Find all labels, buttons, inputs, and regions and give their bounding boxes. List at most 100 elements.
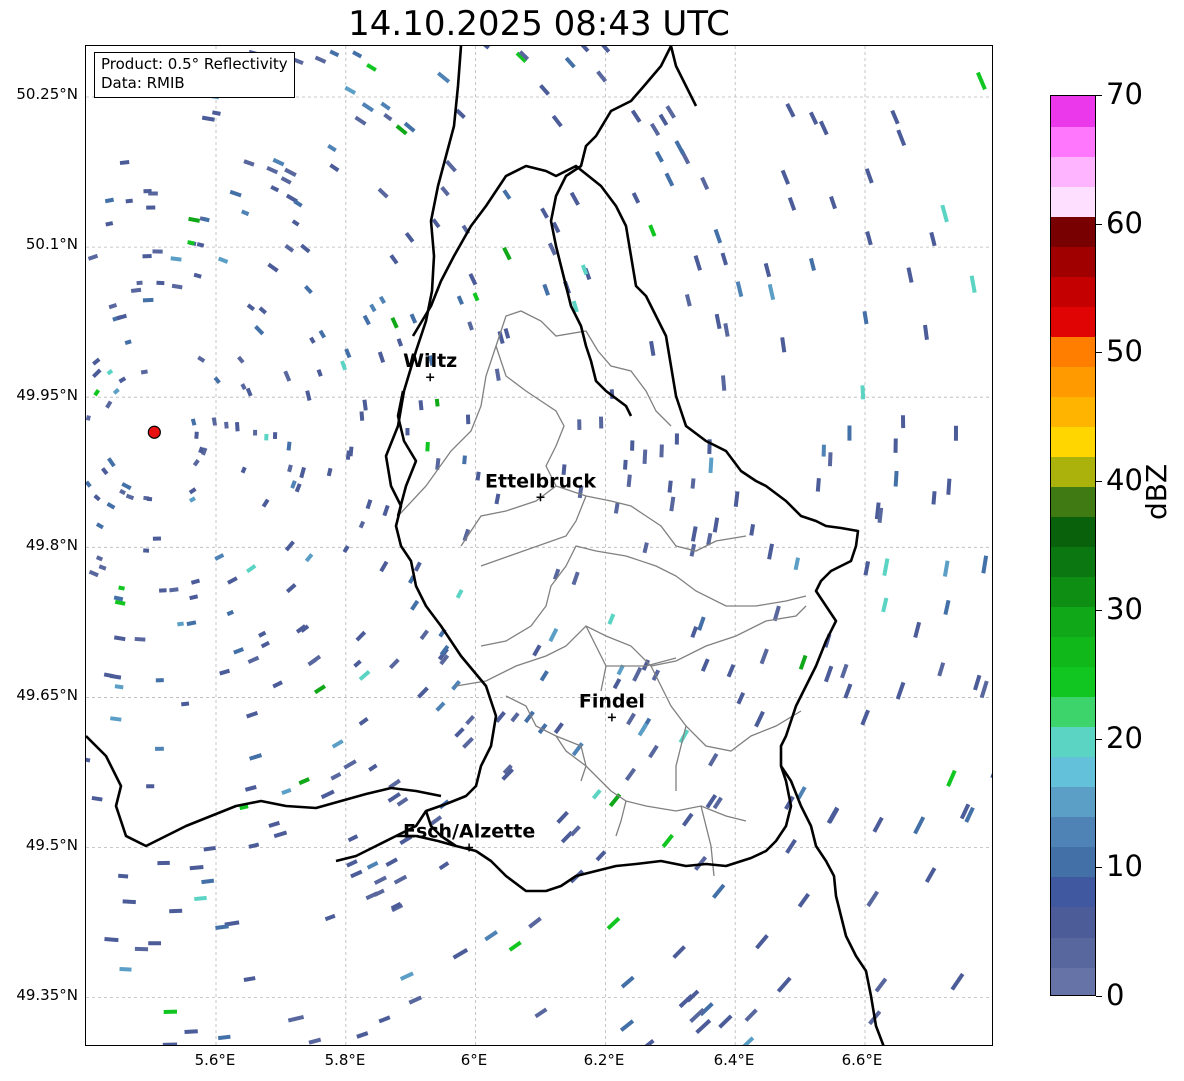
echo-cell xyxy=(865,231,873,246)
echo-cell xyxy=(720,252,729,266)
echo-cell xyxy=(258,306,268,315)
echo-cell xyxy=(280,176,292,185)
echo-cell xyxy=(188,496,196,503)
echo-cell xyxy=(86,756,91,763)
echo-cell xyxy=(890,109,900,125)
echo-cell xyxy=(785,838,797,854)
product-label: Product: 0.5° Reflectivity xyxy=(101,55,288,73)
echo-cell xyxy=(284,540,295,552)
echo-cell xyxy=(735,281,744,298)
echo-cell xyxy=(455,588,464,599)
echo-cell xyxy=(953,425,958,441)
echo-cell xyxy=(973,674,982,691)
echo-cell xyxy=(690,478,696,489)
echo-cell xyxy=(454,727,465,738)
echo-cell xyxy=(190,578,201,585)
echo-cell xyxy=(354,115,367,126)
echo-cell xyxy=(146,784,155,789)
colorbar-tick xyxy=(1096,223,1102,225)
echo-cell xyxy=(404,231,415,243)
echo-cell xyxy=(749,523,756,536)
echo-cell xyxy=(155,678,164,683)
echo-cell xyxy=(95,555,104,562)
echo-cell xyxy=(882,558,890,576)
echo-cell xyxy=(674,433,679,445)
echo-cell xyxy=(711,883,726,899)
colorbar-segment xyxy=(1051,336,1095,367)
echo-cell xyxy=(273,830,288,839)
echo-cell xyxy=(326,467,333,477)
echo-cell xyxy=(253,429,258,436)
echo-cell xyxy=(377,351,386,363)
colorbar-tick xyxy=(1096,95,1102,96)
echo-cell xyxy=(755,934,769,950)
echo-cell xyxy=(155,746,164,751)
echo-cell xyxy=(313,684,327,695)
echo-cell xyxy=(661,833,674,848)
echo-cell xyxy=(720,375,727,391)
echo-cell xyxy=(823,665,834,683)
echo-cell xyxy=(119,488,126,496)
echo-cell xyxy=(304,553,314,563)
echo-cell xyxy=(417,686,429,699)
colorbar-segment xyxy=(1051,426,1095,457)
echo-cell xyxy=(240,466,247,474)
echo-cell xyxy=(388,658,400,670)
colorbar-segment xyxy=(1051,126,1095,157)
echo-cell xyxy=(649,122,661,137)
echo-cell xyxy=(793,557,801,571)
echo-cell xyxy=(106,502,116,510)
echo-cell xyxy=(418,400,424,411)
echo-cell xyxy=(244,784,257,792)
echo-cell xyxy=(93,388,101,397)
echo-cell xyxy=(613,502,620,514)
echo-cell xyxy=(162,1042,178,1045)
colorbar-segment xyxy=(1051,906,1095,938)
echo-cell xyxy=(240,209,250,217)
echo-cell xyxy=(266,165,279,175)
echo-cell xyxy=(881,597,889,613)
echo-cell xyxy=(98,564,107,571)
echo-cell xyxy=(445,159,457,173)
echo-cell xyxy=(365,499,373,510)
echo-cell xyxy=(431,218,441,229)
echo-cell xyxy=(352,50,363,59)
echo-cell xyxy=(378,1015,391,1024)
echo-cell xyxy=(776,976,792,993)
echo-cell xyxy=(847,425,852,441)
echo-cell xyxy=(569,825,581,837)
echo-cell xyxy=(577,419,582,430)
echo-cell xyxy=(435,458,441,470)
echo-cell xyxy=(93,494,101,502)
echo-cell xyxy=(108,302,118,310)
echo-cell xyxy=(640,1038,655,1045)
echo-cell xyxy=(686,989,700,1003)
echo-cell xyxy=(243,976,256,982)
echo-cell xyxy=(630,109,642,123)
echo-cell xyxy=(186,620,197,627)
echo-cell xyxy=(146,205,156,210)
echo-cell xyxy=(440,186,450,197)
echo-cell xyxy=(287,464,293,473)
radar-map[interactable]: Wiltz Ettelbruck Findel Esch/Alzette xyxy=(85,45,993,1046)
echo-cell xyxy=(214,553,225,561)
echo-cell xyxy=(649,340,656,356)
echo-cell xyxy=(937,662,946,677)
colorbar-segment xyxy=(1051,156,1095,187)
echo-cell xyxy=(316,369,323,377)
echo-cell xyxy=(215,924,229,931)
echo-cell xyxy=(906,267,914,283)
echo-cell xyxy=(314,55,327,64)
echo-cell xyxy=(104,197,115,204)
echo-cell xyxy=(163,1009,178,1015)
echo-cell xyxy=(190,418,197,426)
echo-cell xyxy=(345,450,351,460)
echo-cell xyxy=(197,355,206,363)
colorbar-segment xyxy=(1051,186,1095,217)
echo-cell xyxy=(608,793,622,808)
echo-cell xyxy=(815,478,821,492)
echo-cell xyxy=(695,1018,712,1035)
echo-cell xyxy=(502,246,512,261)
echo-cell xyxy=(358,717,369,726)
colorbar-tick xyxy=(1096,352,1102,354)
